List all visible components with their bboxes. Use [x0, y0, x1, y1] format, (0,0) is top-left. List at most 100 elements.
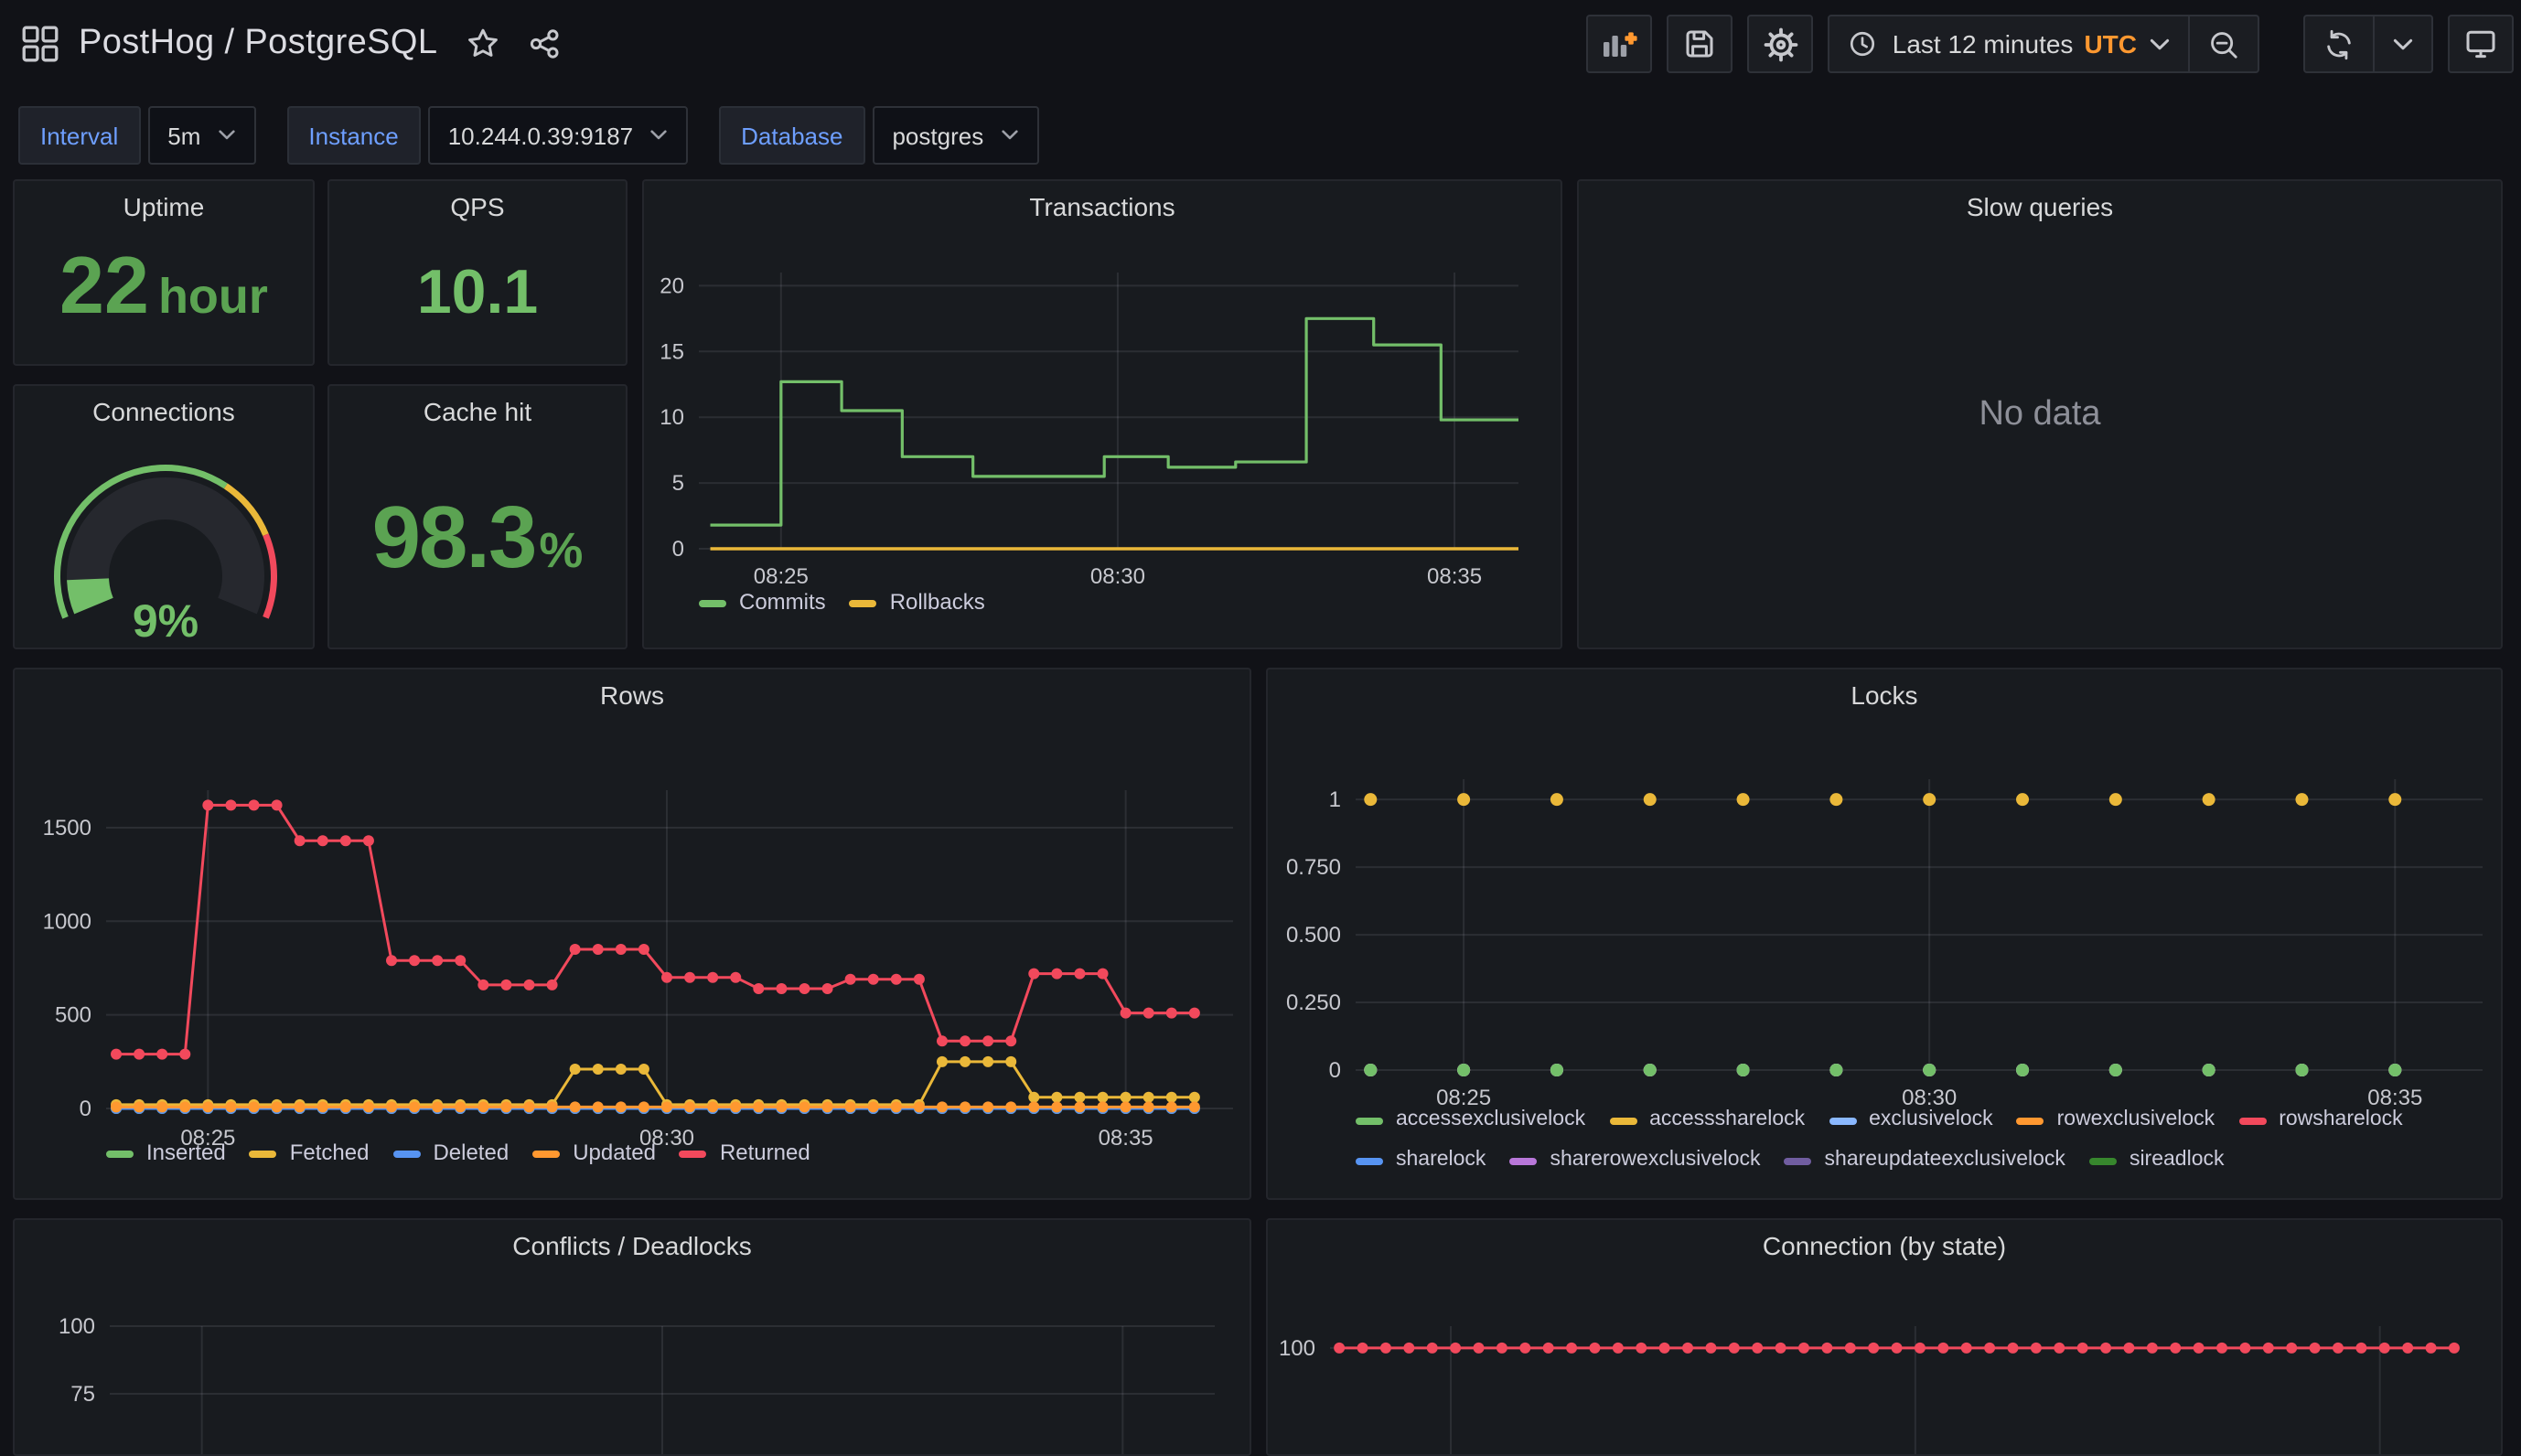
panel-title[interactable]: Connections: [15, 397, 313, 426]
variable-database-value[interactable]: postgres: [872, 106, 1039, 165]
conflicts-chart[interactable]: 100 75: [15, 1220, 1250, 1454]
share-icon[interactable]: [529, 27, 562, 60]
data-point: [890, 973, 902, 985]
variable-instance-label[interactable]: Instance: [286, 106, 421, 165]
legend-swatch: [2238, 1117, 2267, 1124]
legend-swatch: [1829, 1117, 1857, 1124]
legend-item[interactable]: Commits: [699, 590, 826, 615]
refresh-interval-dropdown[interactable]: [2375, 16, 2431, 71]
cache-hit-stat: 98.3 %: [329, 495, 626, 615]
data-point: [2007, 1342, 2019, 1354]
legend-item[interactable]: Deleted: [392, 1140, 509, 1165]
legend-swatch: [679, 1150, 707, 1157]
dashboards-grid-icon[interactable]: [22, 26, 59, 62]
legend-item[interactable]: rowsharelock: [2238, 1108, 2403, 1132]
data-point: [271, 1101, 283, 1113]
panel-slow-queries: Slow queries No data: [1577, 179, 2503, 649]
dashboard-settings-button[interactable]: [1747, 15, 1814, 73]
legend-item[interactable]: rowexclusivelock: [2016, 1108, 2215, 1132]
panel-uptime: Uptime 22 hour: [13, 179, 315, 366]
data-point: [2332, 1342, 2344, 1354]
star-icon[interactable]: [467, 27, 499, 60]
y-tick-label: 100: [59, 1314, 95, 1339]
legend-item[interactable]: exclusivelock: [1829, 1108, 1993, 1132]
legend-item[interactable]: shareupdateexclusivelock: [1784, 1149, 2065, 1172]
data-point: [386, 955, 398, 967]
legend-item[interactable]: accessexclusivelock: [1356, 1108, 1585, 1132]
legend-item[interactable]: sireadlock: [2088, 1149, 2225, 1172]
data-point: [684, 971, 696, 983]
conflicts-plot[interactable]: 100 75: [15, 1220, 1250, 1454]
data-point: [1589, 1342, 1601, 1354]
time-range-picker[interactable]: Last 12 minutes UTC: [1830, 16, 2188, 71]
variable-database-label[interactable]: Database: [719, 106, 865, 165]
legend-item[interactable]: sharelock: [1356, 1149, 1486, 1172]
chevron-down-icon: [2150, 37, 2170, 49]
data-point: [1120, 1007, 1132, 1019]
time-picker-group: Last 12 minutes UTC: [1828, 15, 2259, 73]
chevron-down-icon: [2393, 37, 2413, 49]
data-point: [1074, 1091, 1086, 1103]
data-point: [1142, 1007, 1154, 1019]
data-point: [1364, 1064, 1378, 1076]
rows-plot[interactable]: 08:25 08:30 08:35050010001500: [15, 669, 1250, 1198]
add-panel-button[interactable]: [1586, 15, 1653, 73]
data-point: [2076, 1342, 2088, 1354]
threshold-arc-2: [263, 533, 277, 619]
data-point: [111, 1048, 123, 1060]
data-point: [730, 1101, 742, 1113]
data-point: [2262, 1342, 2274, 1354]
legend-item[interactable]: accesssharelock: [1609, 1108, 1805, 1132]
legend-item[interactable]: Fetched: [249, 1140, 369, 1165]
panel-title[interactable]: Cache hit: [329, 397, 626, 426]
data-point: [500, 1101, 512, 1113]
panel-connection-by-state: Connection (by state) 100: [1266, 1218, 2503, 1456]
data-point: [936, 1101, 948, 1113]
data-point: [913, 1101, 925, 1113]
panel-title[interactable]: Uptime: [15, 192, 313, 221]
data-point: [1028, 968, 1040, 980]
rows-chart[interactable]: 08:25 08:30 08:35 0 500 1000 1500: [15, 669, 1250, 1198]
variable-instance-value[interactable]: 10.244.0.39:9187: [427, 106, 689, 165]
data-point: [432, 1101, 444, 1113]
data-point: [1165, 1007, 1177, 1019]
panel-conflicts-deadlocks: Conflicts / Deadlocks 100 75: [13, 1218, 1251, 1456]
data-point: [248, 1101, 260, 1113]
panel-title[interactable]: QPS: [329, 192, 626, 221]
legend-swatch: [1784, 1157, 1812, 1164]
legend-item[interactable]: Inserted: [106, 1140, 226, 1165]
legend-item[interactable]: sharerowexclusivelock: [1509, 1149, 1761, 1172]
data-point: [477, 1101, 489, 1113]
kiosk-mode-button[interactable]: [2448, 15, 2514, 73]
data-point: [2388, 1064, 2402, 1076]
variable-database: Database postgres: [719, 106, 1039, 165]
gauge-value-label: 9%: [133, 595, 198, 647]
legend-swatch: [1609, 1117, 1637, 1124]
zoom-out-button[interactable]: [2190, 16, 2258, 71]
panel-transactions: Transactions 08:25 08:30 08:35 0 5 10 15 20 Com…: [642, 179, 1562, 649]
data-point: [1028, 1091, 1040, 1103]
data-point: [1728, 1342, 1740, 1354]
data-point: [1165, 1101, 1177, 1113]
dashboard-breadcrumb[interactable]: PostHog / PostgreSQL: [79, 24, 437, 64]
data-point: [1074, 1101, 1086, 1113]
variable-interval-value[interactable]: 5m: [147, 106, 256, 165]
data-point: [1937, 1342, 1949, 1354]
legend-item[interactable]: Returned: [679, 1140, 810, 1165]
data-point: [615, 1101, 627, 1113]
transactions-plot[interactable]: 08:25 08:30 08:35 0 5 10 15 20: [644, 181, 1561, 648]
data-point: [867, 973, 879, 985]
data-point: [960, 1035, 971, 1047]
variable-interval-label[interactable]: Interval: [18, 106, 141, 165]
qps-stat: 10.1: [329, 262, 626, 331]
save-dashboard-button[interactable]: [1667, 15, 1733, 73]
transactions-chart[interactable]: 08:25 08:30 08:35 0 5 10 15 20: [644, 181, 1561, 648]
connection_by_state-plot[interactable]: 100: [1268, 1220, 2501, 1454]
legend-item[interactable]: Updated: [532, 1140, 656, 1165]
data-point: [202, 1101, 214, 1113]
refresh-button[interactable]: [2305, 16, 2373, 71]
legend-item[interactable]: Rollbacks: [849, 590, 985, 615]
connection-by-state-chart[interactable]: 100: [1268, 1220, 2501, 1454]
data-point: [776, 982, 788, 994]
legend-swatch: [106, 1150, 134, 1157]
